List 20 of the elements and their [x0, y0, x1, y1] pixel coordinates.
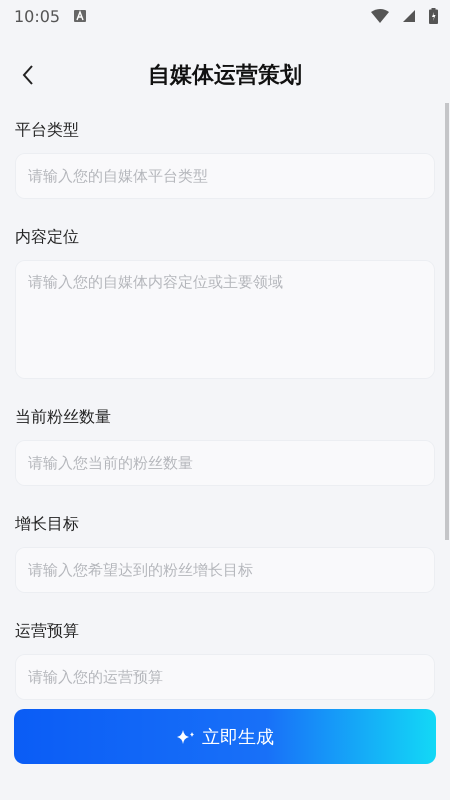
- field-label: 内容定位: [15, 226, 80, 248]
- field-label: 平台类型: [15, 119, 80, 141]
- wifi-icon: [371, 9, 389, 23]
- sparkle-icon: [176, 728, 196, 744]
- scrollbar[interactable]: [445, 103, 449, 540]
- page-title: 自媒体运营策划: [148, 62, 302, 90]
- battery-icon: [429, 8, 438, 24]
- generate-button[interactable]: 立即生成: [14, 709, 436, 764]
- input-field[interactable]: 请输入您当前的粉丝数量: [15, 440, 435, 486]
- input-field[interactable]: 请输入您希望达到的粉丝增长目标: [15, 547, 435, 593]
- status-time: 10:05: [14, 6, 60, 26]
- field-label: 增长目标: [15, 513, 80, 535]
- signal-icon: [403, 10, 415, 22]
- field-label: 运营预算: [15, 620, 80, 642]
- field-label: 当前粉丝数量: [15, 406, 112, 428]
- input-field[interactable]: 请输入您的自媒体内容定位或主要领域: [15, 260, 435, 379]
- input-field[interactable]: 请输入您的自媒体平台类型: [15, 153, 435, 199]
- notification-icon: [74, 10, 86, 22]
- input-field[interactable]: 请输入您的运营预算: [15, 654, 435, 700]
- back-icon[interactable]: [22, 65, 34, 85]
